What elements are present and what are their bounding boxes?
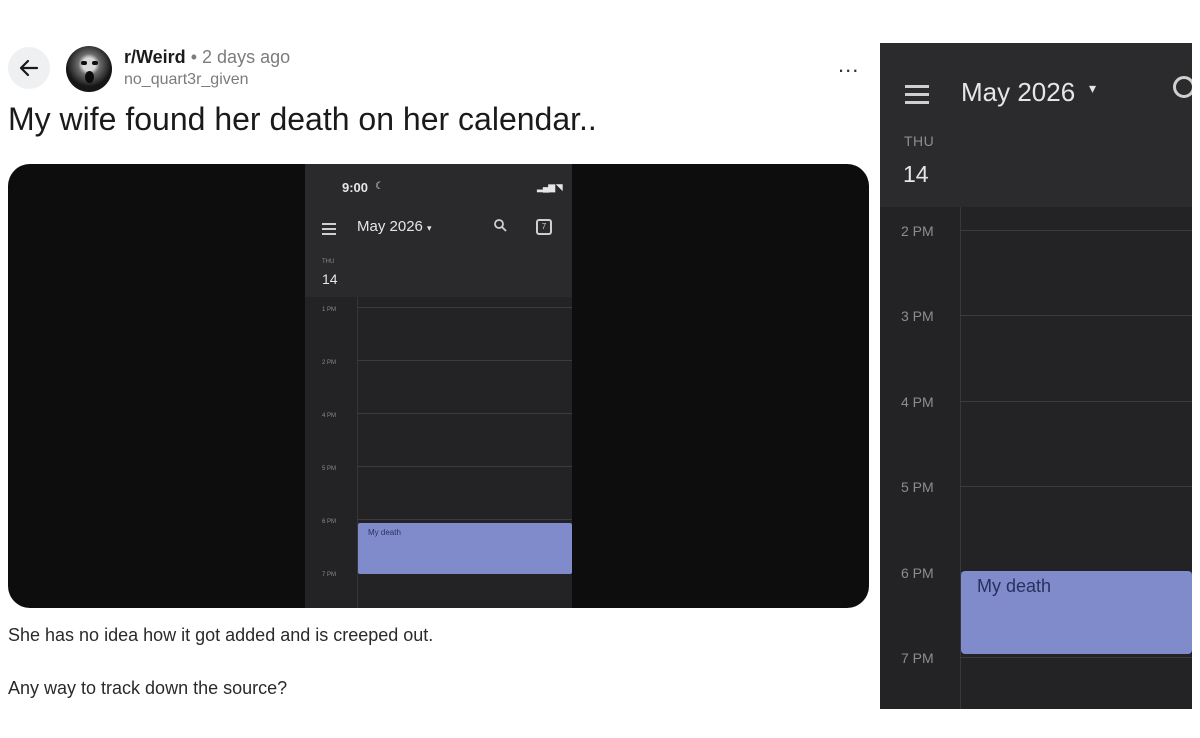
chevron-down-icon: ▾ (1089, 80, 1097, 96)
hour-line (960, 401, 1192, 402)
event-title: My death (977, 576, 1052, 596)
calendar-appbar: May 2026 ▾ THU 14 (880, 43, 1192, 207)
subreddit-avatar[interactable] (66, 46, 112, 92)
search-icon (1173, 76, 1192, 98)
hour-label: 2 PM (322, 360, 337, 366)
post-body-line: She has no idea how it got added and is … (8, 625, 434, 645)
calendar-today-icon: 7 (536, 219, 552, 235)
hour-line (357, 466, 572, 467)
status-time: 9:00 (342, 180, 369, 195)
hour-label: 2 PM (901, 223, 934, 239)
day-number: 14 (903, 161, 929, 187)
post-body-line: Any way to track down the source? (8, 678, 288, 698)
calendar-event: My death (358, 523, 572, 574)
hour-line (357, 413, 572, 414)
hour-label: 7 PM (901, 650, 934, 666)
post-meta: r/Weird • 2 days ago (124, 47, 290, 68)
hour-label: 6 PM (901, 565, 934, 581)
menu-icon (905, 85, 929, 109)
status-bar: 9:00 ☾ ▂▄▆ ◥ (305, 164, 572, 209)
hour-label: 5 PM (322, 466, 337, 472)
hour-line (357, 307, 572, 308)
hour-line (357, 519, 572, 520)
hour-label: 6 PM (322, 519, 337, 525)
month-label: May 2026 (961, 77, 1076, 107)
post-title: My wife found her death on her calendar.… (8, 101, 597, 137)
subreddit-link[interactable]: r/Weird (124, 47, 186, 67)
event-title: My death (368, 528, 401, 537)
calendar-screenshot: 9:00 ☾ ▂▄▆ ◥ May 2026 ▾ 7 THU 14 1 PM 2 … (305, 164, 572, 608)
more-options-button[interactable]: ... (838, 54, 859, 76)
calendar-event: My death (961, 571, 1192, 654)
moon-icon: ☾ (375, 181, 384, 192)
reddit-post: r/Weird • 2 days ago no_quart3r_given ..… (0, 0, 880, 738)
signal-icon: ▂▄▆ ◥ (537, 182, 563, 192)
calendar-appbar: May 2026 ▾ 7 THU 14 (305, 209, 572, 297)
day-grid: 2 PM 3 PM 4 PM 5 PM 6 PM 7 PM My death (880, 207, 1192, 709)
search-icon (493, 218, 507, 235)
post-timestamp: 2 days ago (202, 47, 291, 67)
zoomed-calendar-view: May 2026 ▾ THU 14 2 PM 3 PM 4 PM 5 PM 6 … (880, 43, 1192, 709)
author-link[interactable]: no_quart3r_given (124, 71, 249, 89)
hour-line (960, 657, 1192, 658)
day-of-week: THU (904, 133, 935, 149)
day-number: 14 (322, 271, 338, 287)
day-of-week: THU (322, 259, 335, 265)
day-grid: 1 PM 2 PM 4 PM 5 PM 6 PM 7 PM My death (305, 297, 572, 608)
menu-icon (322, 223, 336, 238)
hour-line (960, 315, 1192, 316)
hour-label: 3 PM (901, 308, 934, 324)
hour-line (960, 486, 1192, 487)
month-selector: May 2026 ▾ (357, 218, 432, 235)
post-media-image[interactable]: 9:00 ☾ ▂▄▆ ◥ May 2026 ▾ 7 THU 14 1 PM 2 … (8, 164, 869, 608)
back-button[interactable] (8, 47, 50, 89)
arrow-left-icon (19, 59, 39, 77)
hour-line (357, 360, 572, 361)
hour-label: 1 PM (322, 307, 337, 313)
hour-label: 7 PM (322, 572, 337, 578)
hour-line (960, 230, 1192, 231)
hour-label: 4 PM (322, 413, 337, 419)
meta-separator: • (190, 47, 198, 67)
hour-label: 4 PM (901, 394, 934, 410)
hour-label: 5 PM (901, 479, 934, 495)
